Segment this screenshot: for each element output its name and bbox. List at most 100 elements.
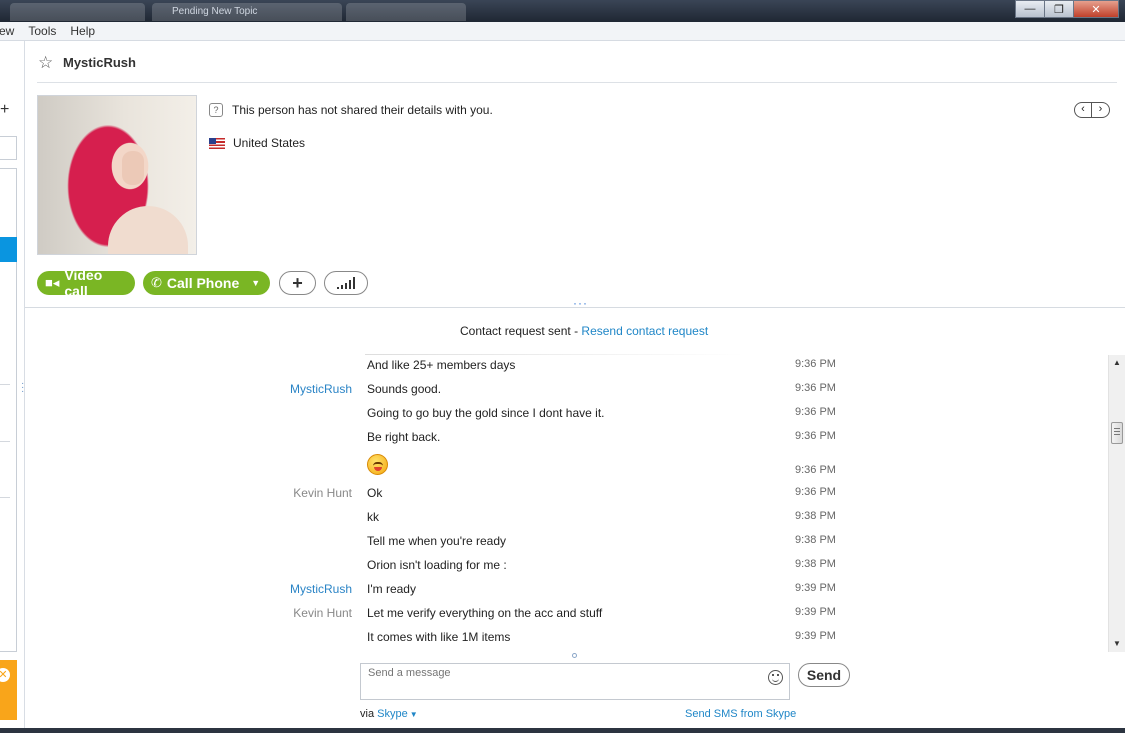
message-time: 9:36 PM xyxy=(795,358,836,370)
contact-avatar xyxy=(37,95,197,255)
via-service-link[interactable]: Skype xyxy=(377,708,408,720)
add-contact-icon[interactable]: + xyxy=(0,101,9,119)
country-text: United States xyxy=(233,136,306,150)
resize-grip-icon[interactable] xyxy=(572,653,577,658)
tongue-out-emoticon-icon xyxy=(367,454,388,475)
sidebar-selected-item[interactable] xyxy=(0,237,17,262)
message-text: Orion isn't loading for me : xyxy=(367,558,507,572)
profile-nav: ‹ › xyxy=(1074,102,1110,118)
details-text: This person has not shared their details… xyxy=(232,103,493,117)
video-camera-icon: ■◂ xyxy=(45,275,60,290)
window-title-bar: Pending New Topic — ❐ ✕ xyxy=(0,0,1125,22)
message-input[interactable] xyxy=(368,667,758,679)
message-time: 9:39 PM xyxy=(795,582,836,594)
star-outline-icon[interactable]: ☆ xyxy=(38,53,53,73)
video-call-button[interactable]: ■◂ Video call xyxy=(37,267,135,299)
call-quality-icon xyxy=(337,277,355,289)
message-text: It comes with like 1M items xyxy=(367,630,511,644)
scroll-up-icon[interactable]: ▲ xyxy=(1113,358,1121,367)
us-flag-icon xyxy=(209,137,225,149)
background-tab[interactable] xyxy=(346,3,466,21)
message-row: It comes with like 1M items 9:39 PM xyxy=(0,627,1108,647)
menu-view[interactable]: ew xyxy=(0,24,14,38)
message-text: Tell me when you're ready xyxy=(367,534,507,548)
avatar-figure xyxy=(108,206,188,254)
message-text: Ok xyxy=(367,486,383,500)
resend-request-link[interactable]: Resend contact request xyxy=(581,324,708,338)
message-row: 9:36 PM xyxy=(0,454,1108,482)
send-via-selector: via Skype ▼ xyxy=(360,708,418,720)
message-time: 9:39 PM xyxy=(795,606,836,618)
message-row: Kevin Hunt Let me verify everything on t… xyxy=(0,603,1108,623)
message-composer xyxy=(360,663,790,700)
message-time: 9:36 PM xyxy=(795,406,836,418)
background-tab[interactable]: Pending New Topic xyxy=(152,3,342,21)
message-row: Tell me when you're ready 9:38 PM xyxy=(0,531,1108,551)
add-to-call-button[interactable]: + xyxy=(279,271,316,295)
message-row: kk 9:38 PM xyxy=(0,507,1108,527)
message-time: 9:36 PM xyxy=(795,430,836,442)
emoticon-picker-icon[interactable] xyxy=(768,670,783,685)
message-time: 9:38 PM xyxy=(795,534,836,546)
details-row: ? This person has not shared their detai… xyxy=(209,103,493,117)
message-sender[interactable]: Kevin Hunt xyxy=(293,486,352,500)
message-row: MysticRush I'm ready 9:39 PM xyxy=(0,579,1108,599)
message-time: 9:36 PM xyxy=(795,382,836,394)
header-divider xyxy=(37,82,1117,83)
send-sms-link[interactable]: Send SMS from Skype xyxy=(685,708,796,720)
contact-name: MysticRush xyxy=(63,55,136,70)
message-text: Be right back. xyxy=(367,430,441,444)
previous-button[interactable]: ‹ xyxy=(1074,102,1092,118)
message-scrollbar[interactable]: ▲ ▼ xyxy=(1108,355,1125,652)
message-row: Orion isn't loading for me : 9:38 PM xyxy=(0,555,1108,575)
message-time: 9:39 PM xyxy=(795,630,836,642)
menu-bar: ew Tools Help xyxy=(0,22,1125,41)
scroll-thumb[interactable] xyxy=(1111,422,1123,444)
chevron-down-icon[interactable]: ▼ xyxy=(410,710,418,719)
sidebar-search-input[interactable] xyxy=(0,136,17,160)
message-time: 9:36 PM xyxy=(795,464,836,476)
message-sender[interactable]: MysticRush xyxy=(290,382,352,396)
message-text: And like 25+ members days xyxy=(367,358,516,372)
message-sender[interactable]: MysticRush xyxy=(290,582,352,596)
message-text: I'm ready xyxy=(367,582,416,596)
next-button[interactable]: › xyxy=(1092,102,1110,118)
scroll-down-icon[interactable]: ▼ xyxy=(1113,639,1121,648)
minimize-button[interactable]: — xyxy=(1015,0,1045,18)
country-row: United States xyxy=(209,136,305,150)
message-list: And like 25+ members days 9:36 PM Mystic… xyxy=(0,355,1108,652)
video-call-label: Video call xyxy=(64,267,103,299)
restore-button[interactable]: ❐ xyxy=(1044,0,1074,18)
message-time: 9:36 PM xyxy=(795,486,836,498)
request-status-text: Contact request sent - xyxy=(460,324,582,338)
phone-icon: ✆ xyxy=(151,275,162,290)
message-text: Going to go buy the gold since I dont ha… xyxy=(367,406,605,420)
message-text: Let me verify everything on the acc and … xyxy=(367,606,603,620)
call-phone-button[interactable]: ✆ Call Phone ▼ xyxy=(143,271,270,295)
taskbar xyxy=(0,728,1125,733)
background-tab[interactable] xyxy=(10,3,145,21)
message-text: Sounds good. xyxy=(367,382,442,396)
contact-request-status: Contact request sent - Resend contact re… xyxy=(460,324,708,338)
message-row: Kevin Hunt Ok 9:36 PM xyxy=(0,483,1108,503)
message-row: MysticRush Sounds good. 9:36 PM xyxy=(0,379,1108,399)
message-time: 9:38 PM xyxy=(795,510,836,522)
close-button[interactable]: ✕ xyxy=(1073,0,1119,18)
menu-tools[interactable]: Tools xyxy=(28,24,56,38)
message-time: 9:38 PM xyxy=(795,558,836,570)
message-row: Going to go buy the gold since I dont ha… xyxy=(0,403,1108,423)
via-label: via xyxy=(360,708,378,720)
message-text: kk xyxy=(367,510,379,524)
profile-divider xyxy=(25,307,1125,308)
message-row: Be right back. 9:36 PM xyxy=(0,427,1108,447)
message-sender[interactable]: Kevin Hunt xyxy=(293,606,352,620)
window-controls: — ❐ ✕ xyxy=(1015,0,1119,18)
call-phone-label: Call Phone xyxy=(166,275,240,291)
menu-help[interactable]: Help xyxy=(70,24,95,38)
contact-header: ☆ MysticRush xyxy=(25,41,1125,83)
chevron-down-icon[interactable]: ▼ xyxy=(251,278,260,288)
message-row: And like 25+ members days 9:36 PM xyxy=(0,355,1108,375)
privacy-info-icon: ? xyxy=(209,103,223,117)
call-quality-button[interactable] xyxy=(324,271,368,295)
send-button[interactable]: Send xyxy=(798,663,850,687)
